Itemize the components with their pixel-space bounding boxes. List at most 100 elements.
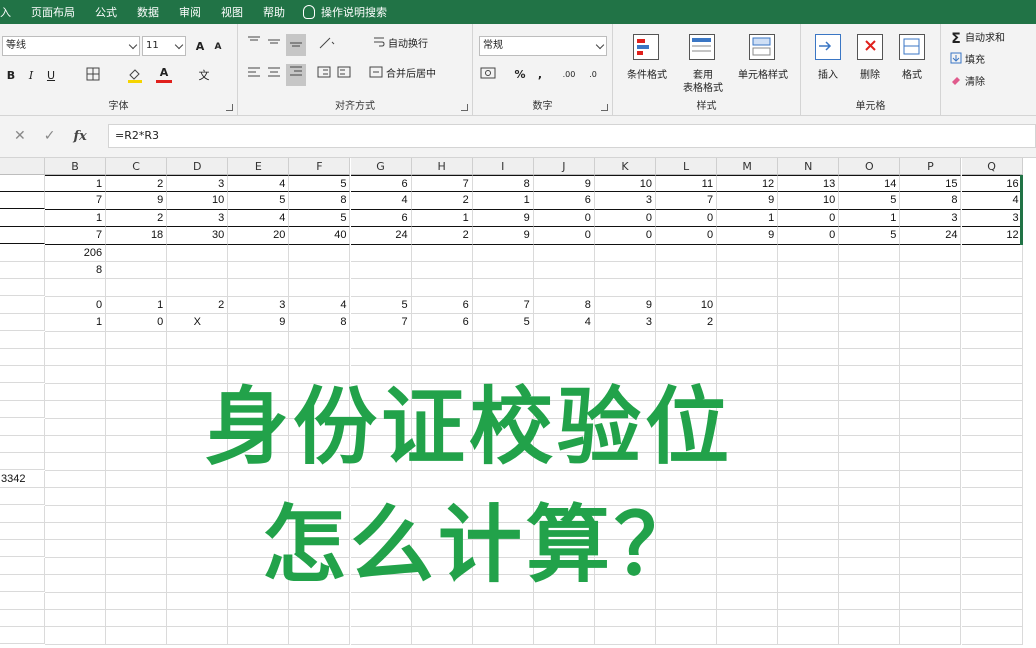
table-cell[interactable]	[961, 627, 1023, 645]
eraser-icon[interactable]	[949, 74, 963, 92]
table-cell[interactable]	[839, 418, 901, 436]
table-cell[interactable]	[0, 209, 45, 227]
table-cell[interactable]: 9	[228, 314, 290, 332]
table-cell[interactable]	[289, 488, 351, 506]
table-cell[interactable]	[167, 557, 229, 576]
table-cell[interactable]: 3	[961, 209, 1023, 228]
menu-page-layout[interactable]: 页面布局	[21, 4, 85, 20]
table-cell[interactable]	[533, 505, 595, 523]
table-cell[interactable]	[106, 383, 168, 402]
table-cell[interactable]	[0, 627, 45, 645]
table-cell[interactable]	[900, 523, 962, 541]
table-cell[interactable]: 10	[594, 175, 656, 193]
wrap-text-button[interactable]: 自动换行	[388, 36, 440, 54]
table-cell[interactable]	[533, 418, 595, 436]
dialog-launcher-icon[interactable]	[461, 104, 468, 111]
table-cell[interactable]	[839, 592, 901, 610]
table-cell[interactable]	[594, 470, 656, 489]
table-cell[interactable]	[45, 540, 107, 558]
table-cell[interactable]	[533, 488, 595, 506]
table-cell[interactable]	[411, 366, 473, 384]
format-cells-label[interactable]: 格式	[895, 66, 929, 81]
table-cell[interactable]	[106, 366, 168, 384]
table-cell[interactable]	[594, 453, 656, 471]
table-cell[interactable]	[45, 349, 107, 367]
table-cell[interactable]	[289, 383, 351, 402]
table-cell[interactable]	[350, 592, 412, 610]
table-cell[interactable]	[472, 262, 534, 280]
table-cell[interactable]	[45, 488, 107, 506]
font-name-select[interactable]: 等线	[2, 36, 140, 56]
align-middle-icon[interactable]	[266, 36, 282, 54]
table-cell[interactable]	[289, 279, 351, 297]
table-cell[interactable]	[228, 279, 290, 297]
table-cell[interactable]	[961, 505, 1023, 523]
table-cell[interactable]: 20	[228, 227, 290, 245]
tell-me-search[interactable]: 操作说明搜索	[321, 4, 397, 20]
table-cell[interactable]: 7	[45, 192, 107, 210]
table-cell[interactable]	[45, 470, 107, 489]
table-cell[interactable]: 7	[45, 227, 107, 245]
table-cell[interactable]	[717, 627, 779, 645]
table-cell[interactable]	[228, 262, 290, 280]
table-cell[interactable]	[106, 279, 168, 297]
table-cell[interactable]	[961, 436, 1023, 454]
table-cell[interactable]: 1	[45, 314, 107, 332]
orientation-icon[interactable]	[316, 36, 338, 54]
table-cell[interactable]	[656, 262, 718, 280]
table-cell[interactable]	[411, 418, 473, 436]
table-cell[interactable]	[350, 349, 412, 367]
table-cell[interactable]	[167, 401, 229, 419]
font-color-button[interactable]: A	[156, 65, 172, 83]
table-cell[interactable]: 10	[167, 192, 229, 210]
table-cell[interactable]	[900, 418, 962, 436]
table-cell[interactable]	[900, 296, 962, 315]
table-cell[interactable]	[411, 244, 473, 262]
table-cell[interactable]	[0, 488, 45, 506]
table-cell[interactable]	[900, 610, 962, 628]
table-cell[interactable]	[717, 610, 779, 628]
table-cell[interactable]	[411, 436, 473, 454]
table-cell[interactable]	[411, 575, 473, 593]
table-cell[interactable]	[900, 383, 962, 402]
phonetic-button[interactable]: 文	[196, 67, 212, 85]
table-cell[interactable]	[472, 279, 534, 297]
table-cell[interactable]	[289, 592, 351, 610]
table-cell[interactable]	[778, 279, 840, 297]
comma-button[interactable]: ,	[535, 66, 545, 84]
table-cell[interactable]	[900, 331, 962, 349]
table-cell[interactable]	[656, 366, 718, 384]
table-cell[interactable]: 24	[350, 227, 412, 245]
table-cell[interactable]	[839, 470, 901, 489]
table-cell[interactable]	[961, 470, 1023, 489]
italic-button[interactable]: I	[24, 67, 38, 85]
table-cell[interactable]	[228, 366, 290, 384]
table-cell[interactable]	[778, 383, 840, 402]
number-format-select[interactable]: 常规	[479, 36, 607, 56]
table-cell[interactable]	[717, 314, 779, 332]
table-cell[interactable]	[228, 540, 290, 558]
table-cell[interactable]	[594, 610, 656, 628]
table-cell[interactable]	[656, 383, 718, 402]
cell-styles-label[interactable]: 单元格样式	[731, 66, 795, 81]
table-cell[interactable]	[0, 523, 45, 540]
autosum-icon[interactable]: Σ	[949, 30, 963, 48]
table-cell[interactable]	[45, 401, 107, 419]
table-cell[interactable]	[289, 418, 351, 436]
align-left-icon[interactable]	[246, 66, 262, 84]
column-header[interactable]: O	[839, 158, 901, 175]
table-cell[interactable]: 3	[594, 192, 656, 210]
table-cell[interactable]	[594, 627, 656, 645]
table-cell[interactable]: 2	[411, 192, 473, 210]
enter-icon[interactable]: ✓	[44, 128, 56, 144]
format-cells-icon[interactable]	[899, 34, 925, 60]
table-cell[interactable]: 18	[106, 227, 168, 245]
table-cell[interactable]	[717, 557, 779, 576]
menu-data[interactable]: 数据	[127, 4, 169, 20]
table-cell[interactable]	[289, 540, 351, 558]
column-header[interactable]: N	[778, 158, 840, 175]
table-cell[interactable]	[778, 349, 840, 367]
table-cell[interactable]	[411, 401, 473, 419]
table-cell[interactable]	[533, 401, 595, 419]
table-cell[interactable]	[411, 470, 473, 489]
